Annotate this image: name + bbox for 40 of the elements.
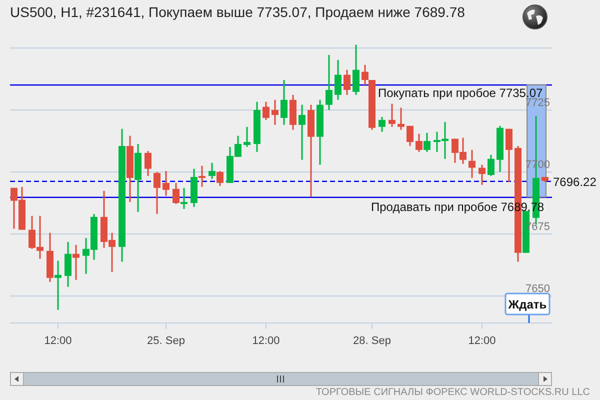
- time-axis-label: 28. Sep: [353, 335, 391, 347]
- time-axis-label: 12:00: [44, 335, 72, 347]
- wait-button[interactable]: Ждать: [504, 292, 550, 316]
- price-axis-label: 7650: [526, 283, 550, 295]
- footer-text: ТОРГОВЫЕ СИГНАЛЫ ФОРЕКС WORLD-STOCKS.RU LLC: [316, 387, 590, 398]
- candlestick: [478, 164, 486, 185]
- buy-level-label: Покупать при пробое 7735.07: [378, 86, 543, 100]
- candlestick: [398, 108, 404, 130]
- time-axis-label: 12:00: [468, 335, 496, 347]
- chart-title: US500, H1, #231641, Покупаем выше 7735.07, Продаем ниже 7689.78: [10, 4, 465, 20]
- candlestick: [272, 100, 278, 125]
- candlestick: [344, 70, 350, 95]
- candlestick: [506, 128, 512, 182]
- scroll-left-button[interactable]: [10, 372, 24, 386]
- candlestick: [290, 94, 296, 130]
- scroll-right-button[interactable]: [538, 372, 552, 386]
- candlestick: [468, 150, 476, 178]
- candlestick: [144, 150, 152, 176]
- candlestick: [334, 60, 342, 100]
- candlestick: [542, 176, 548, 182]
- candlestick: [298, 104, 306, 160]
- candlestick: [496, 126, 504, 172]
- candlestick: [262, 102, 270, 120]
- candlestick: [162, 171, 170, 196]
- candlestick: [244, 126, 250, 147]
- time-axis-label: 12:00: [252, 335, 280, 347]
- current-price-label: 7696.22: [553, 175, 596, 189]
- candlestick: [326, 54, 332, 110]
- candlestick: [388, 104, 396, 127]
- globe-icon[interactable]: [522, 4, 548, 30]
- time-axis-label: 25. Sep: [147, 335, 185, 347]
- scrollbar-thumb[interactable]: [23, 372, 539, 386]
- candlestick: [378, 116, 386, 132]
- candlestick: [254, 102, 260, 152]
- candlestick: [406, 126, 414, 146]
- candlestick: [280, 80, 288, 125]
- candlestick: [488, 154, 494, 176]
- candlestick: [316, 100, 324, 165]
- candlestick: [352, 44, 360, 95]
- candlestick: [154, 172, 160, 214]
